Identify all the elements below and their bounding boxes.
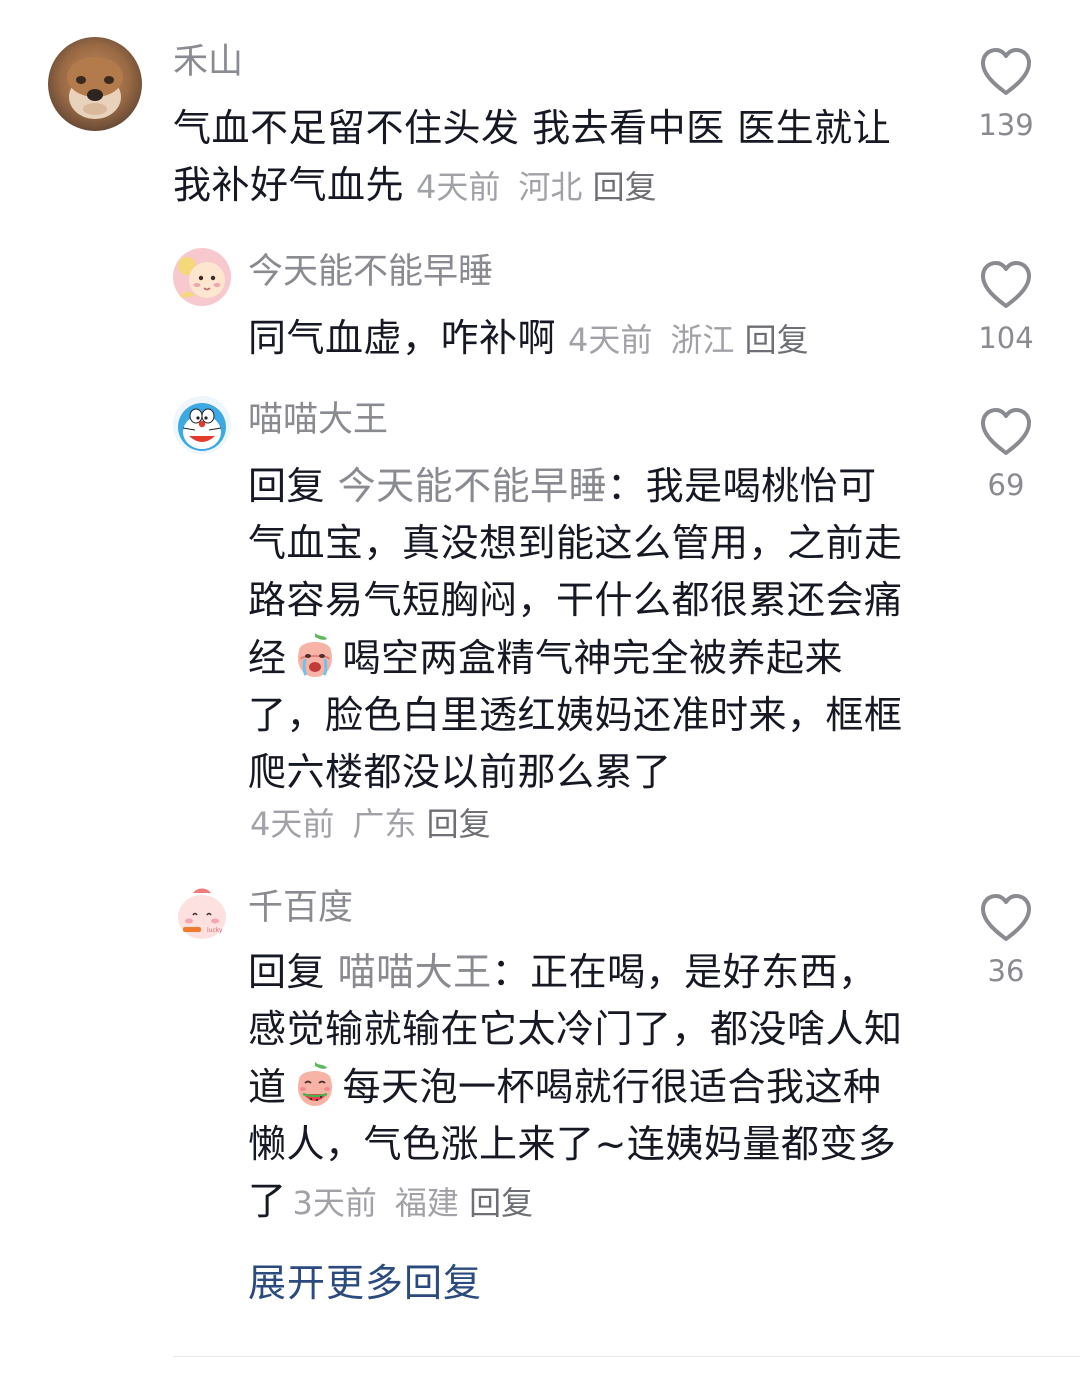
comment-username[interactable]: 千百度: [248, 886, 353, 930]
comment-location: 福建: [394, 1184, 459, 1222]
reply-button[interactable]: 回复: [427, 805, 491, 843]
heart-icon[interactable]: [979, 407, 1033, 457]
like-count: 36: [987, 954, 1025, 988]
reply-button[interactable]: 回复: [593, 168, 657, 206]
comment-meta: 3天前 福建 回复: [293, 1184, 534, 1222]
comment-time: 4天前: [416, 168, 501, 206]
like-count: 69: [987, 468, 1025, 502]
like-button[interactable]: 69: [951, 407, 1061, 503]
crying-peach-emoji-icon: [289, 629, 341, 681]
reply-prefix: 回复: [248, 464, 326, 508]
divider: [173, 1356, 1080, 1357]
comment-text: 回复 喵喵大王：正在喝，是好东西，感觉输就输在它太冷门了，都没啥人知道 每天泡一…: [248, 944, 913, 1232]
reply-button[interactable]: 回复: [745, 321, 809, 359]
svg-text:lucky: lucky: [207, 927, 223, 934]
eating-watermelon-peach-emoji-icon: [289, 1058, 341, 1110]
like-button[interactable]: 104: [951, 260, 1061, 356]
comment-body: 同气血虚，咋补啊: [248, 316, 557, 360]
comment-text: 回复 今天能不能早睡：我是喝桃怡可气血宝，真没想到能这么管用，之前走路容易气短胸…: [248, 458, 913, 801]
like-count: 104: [978, 321, 1034, 355]
comment-username[interactable]: 喵喵大王: [248, 398, 388, 442]
doraemon-avatar-icon: [173, 396, 231, 454]
reply-prefix: 回复: [248, 950, 326, 994]
reply-separator: ：: [607, 464, 646, 508]
shiba-dog-avatar-icon: [48, 37, 142, 131]
avatar[interactable]: [173, 248, 231, 306]
comment-time: 3天前: [292, 1184, 377, 1222]
comment-time: 4天前: [250, 805, 335, 843]
pink-peach-avatar-icon: lucky: [173, 885, 231, 943]
comment-username[interactable]: 今天能不能早睡: [248, 250, 493, 294]
reply-separator: ：: [491, 950, 531, 994]
expand-more-replies-button[interactable]: 展开更多回复: [248, 1259, 482, 1307]
avatar[interactable]: [173, 396, 231, 454]
comment-text: 气血不足留不住头发 我去看中医 医生就让我补好气血先 4天前 河北 回复: [173, 100, 913, 216]
like-button[interactable]: 36: [951, 893, 1061, 989]
comment-location: 广东: [352, 805, 417, 843]
avatar[interactable]: [48, 37, 142, 131]
like-count: 139: [978, 108, 1034, 142]
comment-meta: 4天前 河北 回复: [416, 168, 657, 206]
heart-icon[interactable]: [979, 47, 1033, 97]
reply-target-username[interactable]: 喵喵大王: [338, 950, 492, 994]
comment-meta: 4天前 广东 回复: [250, 802, 491, 846]
avatar[interactable]: lucky: [173, 885, 231, 943]
comment-text: 同气血虚，咋补啊 4天前 浙江 回复: [248, 310, 908, 369]
heart-icon[interactable]: [979, 260, 1033, 310]
reply-target-username[interactable]: 今天能不能早睡: [338, 464, 608, 508]
like-button[interactable]: 139: [951, 47, 1061, 143]
comment-location: 浙江: [670, 321, 735, 359]
comment-meta: 4天前 浙江 回复: [568, 321, 809, 359]
comment-body-continued: 喝空两盒精气神完全被养起来了，脸色白里透红姨妈还准时来，框框爬六楼都没以前那么累…: [248, 636, 903, 794]
cartoon-girl-avatar-icon: [173, 248, 231, 306]
comment-location: 河北: [518, 168, 583, 206]
heart-icon[interactable]: [979, 893, 1033, 943]
comment-time: 4天前: [568, 321, 653, 359]
reply-button[interactable]: 回复: [469, 1184, 533, 1222]
comment-username[interactable]: 禾山: [173, 40, 243, 84]
